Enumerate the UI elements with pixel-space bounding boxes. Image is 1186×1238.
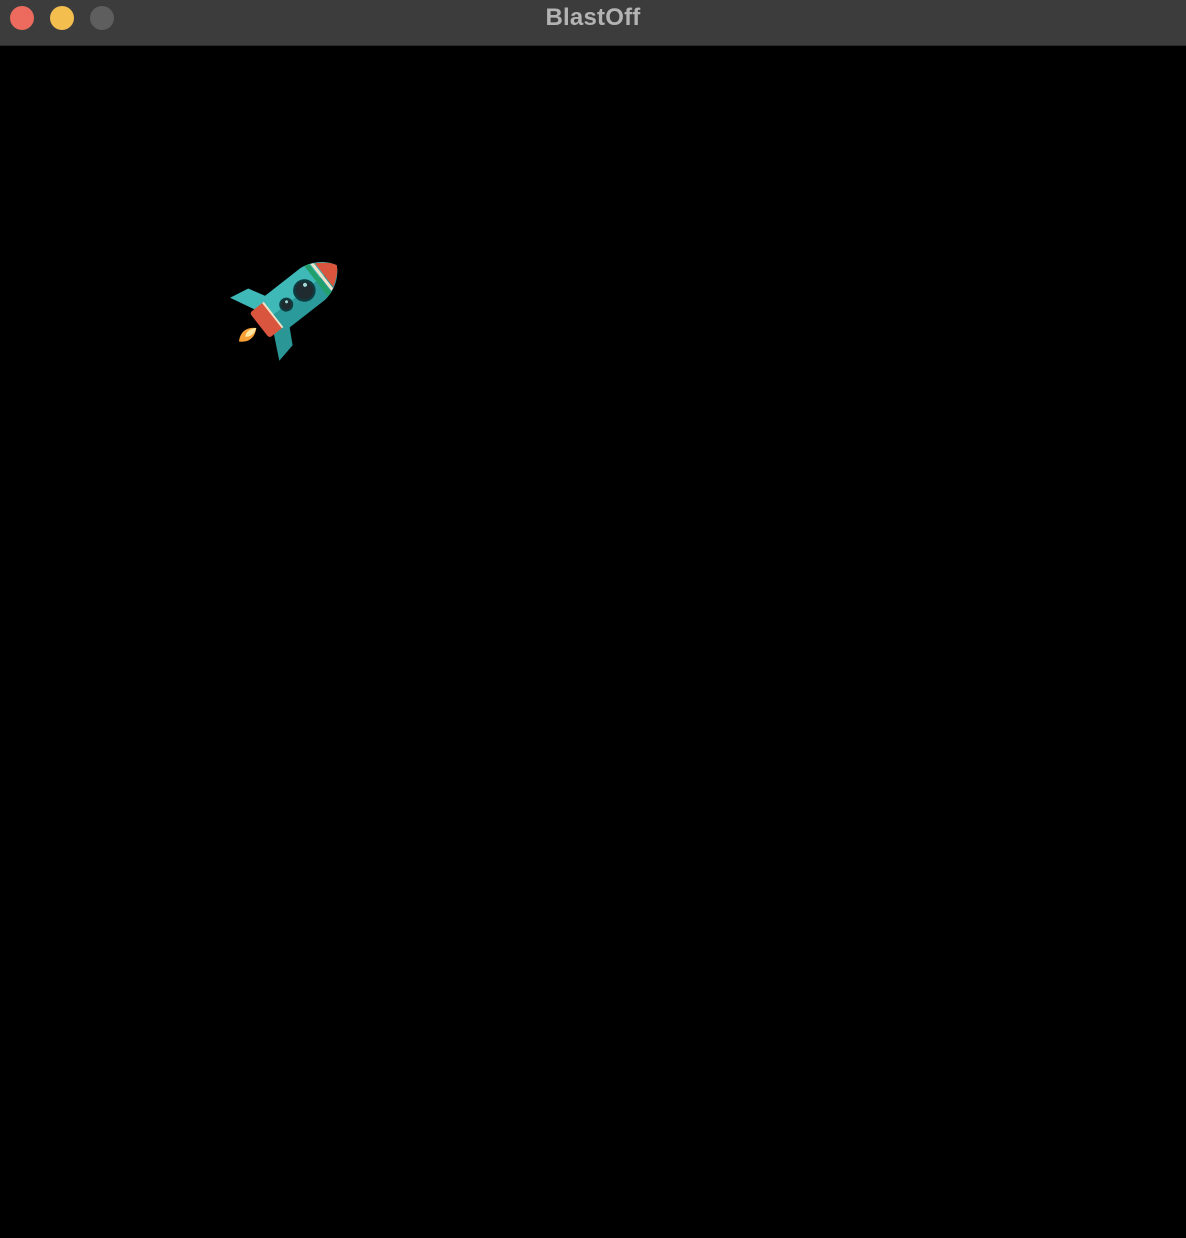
game-canvas[interactable] — [0, 46, 1186, 1238]
title-bar[interactable]: BlastOff — [0, 0, 1186, 46]
rocket-icon — [230, 262, 338, 361]
app-window: BlastOff — [0, 0, 1186, 1238]
window-title: BlastOff — [545, 4, 641, 31]
